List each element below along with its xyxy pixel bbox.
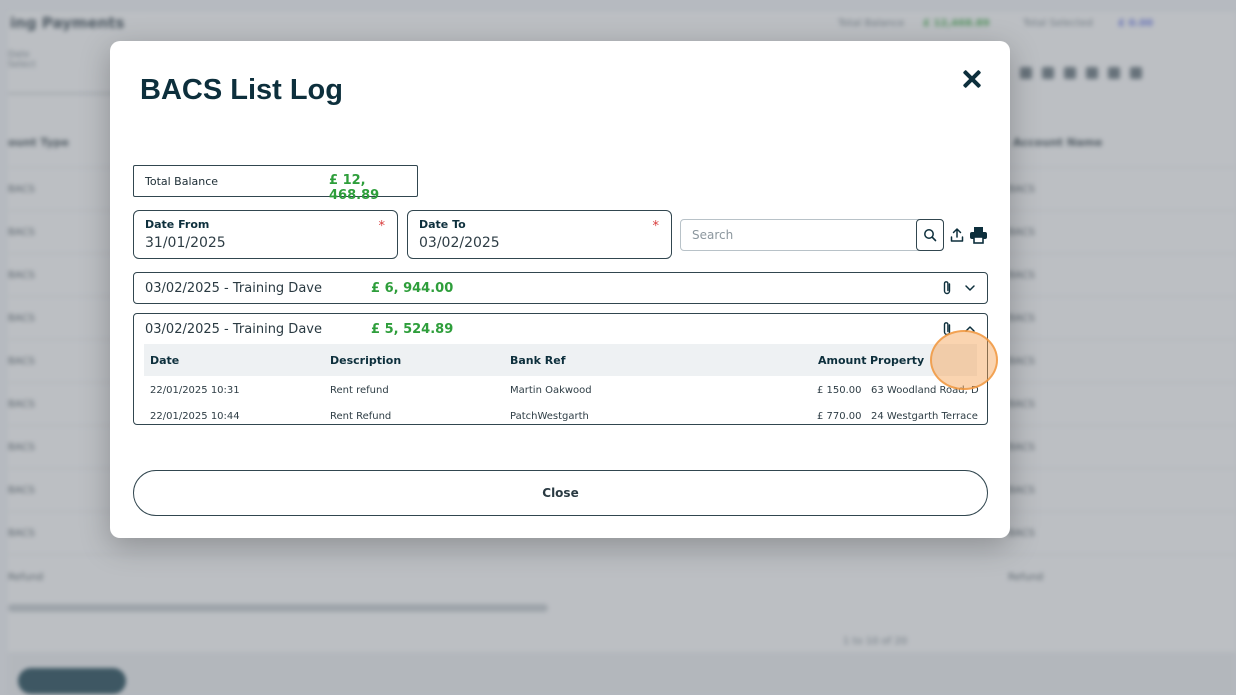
cell-description: Rent Refund bbox=[330, 411, 392, 422]
modal-title: BACS List Log bbox=[140, 74, 343, 106]
date-from-value[interactable]: 31/01/2025 bbox=[145, 235, 226, 251]
cell-date: 22/01/2025 10:44 bbox=[150, 411, 240, 422]
bacs-list-log-modal: BACS List Log Total Balance £ 12, 468.89… bbox=[110, 41, 1010, 538]
col-date: Date bbox=[150, 354, 180, 367]
total-balance-box: Total Balance £ 12, 468.89 bbox=[133, 165, 418, 203]
close-icon[interactable] bbox=[960, 67, 984, 91]
col-property: Property bbox=[870, 354, 925, 367]
export-button[interactable] bbox=[947, 225, 967, 245]
chevron-down-icon[interactable] bbox=[964, 282, 976, 294]
total-balance-label: Total Balance bbox=[145, 175, 219, 188]
accordion-date: 03/02/2025 - Training Dave bbox=[145, 281, 322, 296]
bacs-log-accordion[interactable]: 03/02/2025 - Training Dave £ 6, 944.00 bbox=[133, 272, 988, 304]
col-amount: Amount bbox=[818, 354, 867, 367]
search-input[interactable] bbox=[681, 220, 917, 250]
cell-amount: £ 150.00 bbox=[817, 385, 862, 396]
total-balance-value: £ 12, 468.89 bbox=[329, 173, 380, 203]
accordion-date: 03/02/2025 - Training Dave bbox=[145, 322, 322, 337]
date-from-label: Date From bbox=[145, 218, 210, 231]
printer-icon bbox=[969, 227, 987, 244]
date-from-field[interactable]: Date From * 31/01/2025 bbox=[133, 210, 398, 259]
cell-amount: £ 770.00 bbox=[817, 411, 862, 422]
search-button[interactable] bbox=[916, 219, 944, 251]
cell-bank-ref: PatchWestgarth bbox=[510, 411, 589, 422]
accordion-amount: £ 6, 944.00 bbox=[371, 281, 454, 296]
accordion-amount: £ 5, 524.89 bbox=[371, 322, 454, 337]
bacs-log-accordion-expanded[interactable]: 03/02/2025 - Training Dave £ 5, 524.89 D… bbox=[133, 313, 988, 425]
search-box bbox=[680, 219, 944, 251]
click-indicator bbox=[930, 330, 998, 390]
table-header: Date Description Bank Ref Amount Propert… bbox=[144, 344, 977, 376]
accordion-header[interactable]: 03/02/2025 - Training Dave £ 5, 524.89 bbox=[134, 314, 987, 344]
attachment-icon[interactable] bbox=[940, 280, 954, 296]
required-mark: * bbox=[378, 219, 386, 234]
date-to-value[interactable]: 03/02/2025 bbox=[419, 235, 500, 251]
cell-property: 24 Westgarth Terrace bbox=[871, 411, 978, 422]
cell-bank-ref: Martin Oakwood bbox=[510, 385, 592, 396]
date-to-label: Date To bbox=[419, 218, 466, 231]
cell-description: Rent refund bbox=[330, 385, 389, 396]
col-bank-ref: Bank Ref bbox=[510, 354, 566, 367]
print-button[interactable] bbox=[968, 225, 988, 245]
date-to-field[interactable]: Date To * 03/02/2025 bbox=[407, 210, 672, 259]
accordion-header[interactable]: 03/02/2025 - Training Dave £ 6, 944.00 bbox=[134, 273, 987, 303]
search-icon bbox=[924, 229, 937, 242]
required-mark: * bbox=[652, 219, 660, 234]
upload-icon bbox=[950, 228, 964, 242]
close-button[interactable]: Close bbox=[133, 470, 988, 516]
col-description: Description bbox=[330, 354, 402, 367]
cell-date: 22/01/2025 10:31 bbox=[150, 385, 240, 396]
